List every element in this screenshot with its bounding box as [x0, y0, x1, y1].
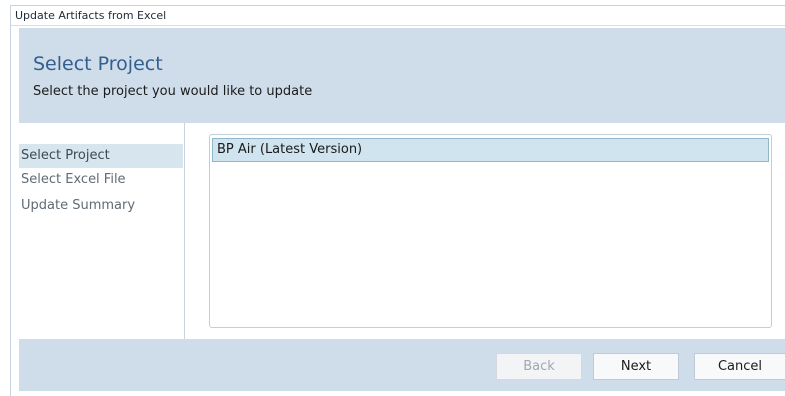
- title-bar[interactable]: Update Artifacts from Excel: [11, 6, 785, 26]
- wizard-header: Select Project Select the project you wo…: [19, 28, 785, 123]
- step-update-summary[interactable]: Update Summary: [19, 194, 183, 218]
- step-select-project[interactable]: Select Project: [19, 144, 183, 168]
- dialog-window: Update Artifacts from Excel Select Proje…: [10, 5, 785, 396]
- cancel-button[interactable]: Cancel: [694, 353, 785, 380]
- step-label: Select Project: [21, 148, 110, 163]
- step-select-excel-file[interactable]: Select Excel File: [19, 168, 183, 192]
- page-title: Select Project: [33, 53, 163, 75]
- content-panel: BP Air (Latest Version): [186, 123, 785, 339]
- next-button[interactable]: Next: [593, 353, 679, 380]
- back-button[interactable]: Back: [496, 353, 582, 380]
- window-title: Update Artifacts from Excel: [15, 9, 167, 22]
- step-label: Update Summary: [21, 198, 136, 213]
- step-label: Select Excel File: [21, 172, 126, 187]
- project-list[interactable]: BP Air (Latest Version): [209, 134, 772, 328]
- wizard-steps-nav: Select Project Select Excel File Update …: [19, 123, 185, 339]
- page-subtitle: Select the project you would like to upd…: [33, 84, 313, 99]
- project-list-item[interactable]: BP Air (Latest Version): [212, 138, 769, 162]
- wizard-footer: Back Next Cancel: [19, 339, 785, 391]
